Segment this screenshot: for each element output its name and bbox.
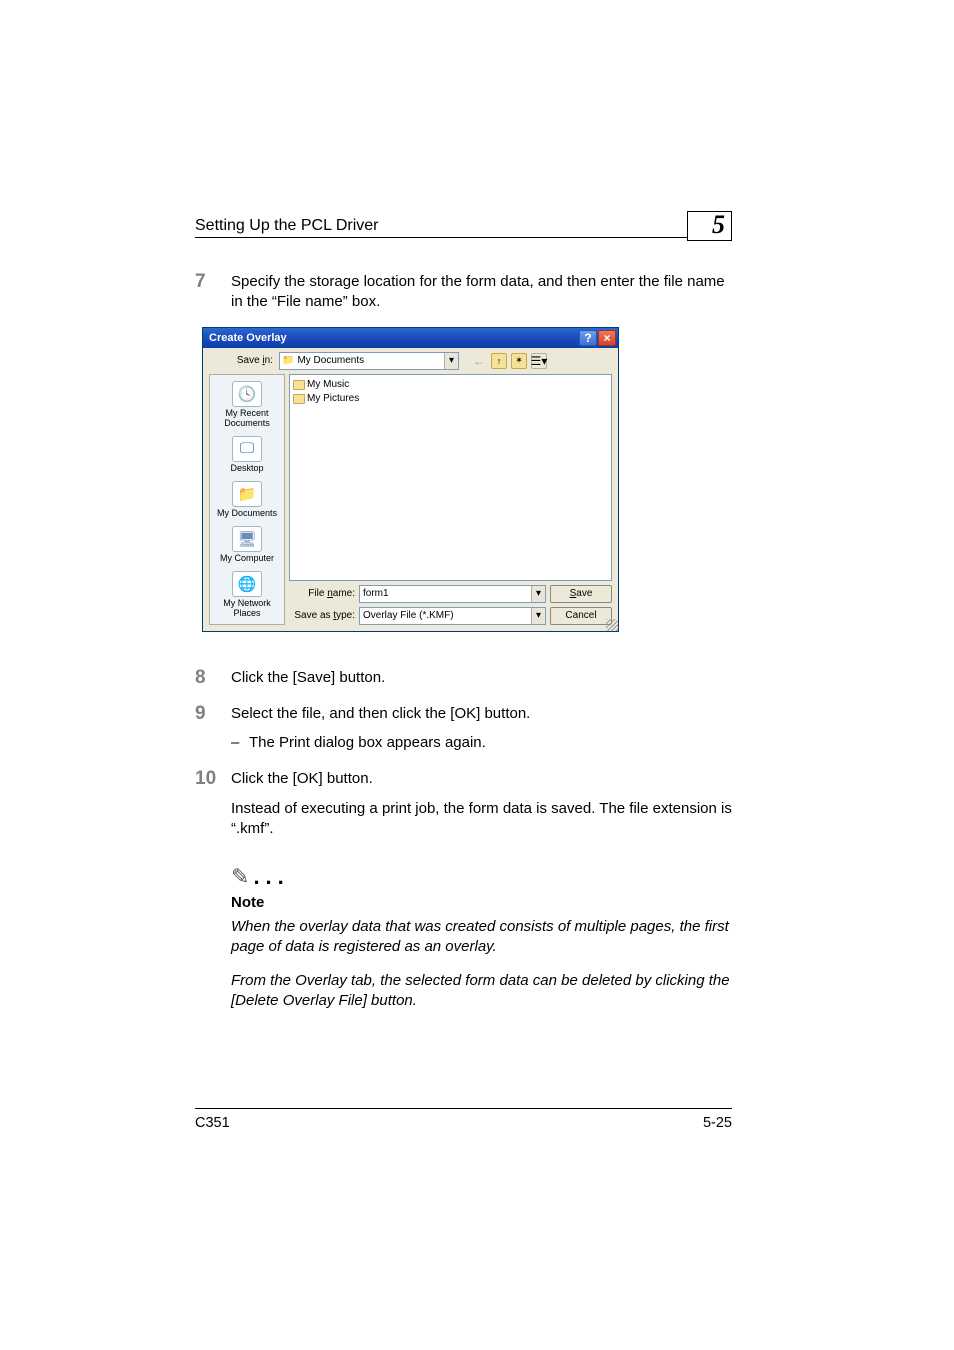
folder-icon	[293, 394, 305, 404]
file-name: My Pictures	[307, 393, 359, 404]
footer-page: 5-25	[703, 1115, 732, 1131]
step-text: Click the [Save] button.	[231, 668, 732, 689]
page-content: Setting Up the PCL Driver 5 7 Specify th…	[195, 205, 732, 1026]
back-icon[interactable]: ←	[471, 353, 487, 369]
save-in-value: My Documents	[297, 355, 364, 366]
help-button[interactable]: ?	[579, 330, 597, 346]
views-icon[interactable]: ☰▾	[531, 353, 547, 369]
close-button[interactable]: ×	[598, 330, 616, 346]
filename-value: form1	[363, 588, 389, 599]
dialog-title: Create Overlay	[209, 332, 287, 344]
saveas-label: Save as type:	[289, 610, 355, 621]
place-label: My Network Places	[223, 598, 271, 618]
chevron-down-icon: ▾	[531, 608, 545, 624]
mydocuments-icon: 📁	[232, 481, 262, 507]
step-10: 10 Click the [OK] button. Instead of exe…	[195, 769, 732, 840]
note-icon-row: ✎ ...	[231, 864, 732, 890]
save-in-label: Save in:	[209, 355, 275, 366]
folder-icon: 📁	[282, 355, 294, 366]
mycomputer-icon: 🖥	[232, 526, 262, 552]
create-overlay-dialog: Create Overlay ? × Save in: 📁 My Documen…	[202, 327, 619, 632]
saveas-dropdown[interactable]: Overlay File (*.KMF) ▾	[359, 607, 546, 625]
step-number: 9	[195, 704, 231, 753]
ellipsis-icon: ...	[253, 864, 289, 890]
save-button[interactable]: Save	[550, 585, 612, 603]
saveas-row: Save as type: Overlay File (*.KMF) ▾ Can…	[289, 607, 612, 625]
list-item[interactable]: My Music	[293, 378, 608, 392]
place-recent[interactable]: 🕓 My Recent Documents	[210, 379, 284, 430]
step-number: 10	[195, 769, 231, 840]
place-mycomputer[interactable]: 🖥 My Computer	[210, 524, 284, 565]
dialog-titlebar: Create Overlay ? ×	[203, 328, 618, 348]
save-in-row: Save in: 📁 My Documents ▾ ← ↑ ✶ ☰▾	[209, 352, 612, 370]
resize-grip[interactable]	[606, 619, 618, 631]
place-mynetwork[interactable]: 🌐 My Network Places	[210, 569, 284, 620]
recent-icon: 🕓	[232, 381, 262, 407]
folder-icon	[293, 380, 305, 390]
note-paragraph: From the Overlay tab, the selected form …	[231, 971, 732, 1012]
step-para2: Instead of executing a print job, the fo…	[231, 799, 732, 840]
step-number: 8	[195, 668, 231, 689]
cancel-button[interactable]: Cancel	[550, 607, 612, 625]
list-item[interactable]: My Pictures	[293, 392, 608, 406]
dialog-main: 🕓 My Recent Documents 🖵 Desktop 📁 My Doc…	[209, 374, 612, 625]
toolbar-icons: ← ↑ ✶ ☰▾	[471, 353, 547, 369]
step-7: 7 Specify the storage location for the f…	[195, 272, 732, 313]
place-mydocuments[interactable]: 📁 My Documents	[210, 479, 284, 520]
page-header: Setting Up the PCL Driver 5	[195, 205, 732, 238]
desktop-icon: 🖵	[232, 436, 262, 462]
step-text: Specify the storage location for the for…	[231, 272, 732, 313]
page-footer: C351 5-25	[195, 1108, 732, 1131]
note-paragraph: When the overlay data that was created c…	[231, 917, 732, 958]
pen-icon: ✎	[231, 864, 249, 890]
place-label: My Computer	[220, 553, 274, 563]
step-8: 8 Click the [Save] button.	[195, 668, 732, 689]
new-folder-icon[interactable]: ✶	[511, 353, 527, 369]
header-title: Setting Up the PCL Driver	[195, 217, 378, 235]
chapter-number: 5	[687, 211, 732, 241]
step-number: 7	[195, 272, 231, 313]
filename-label: File name:	[289, 588, 355, 599]
places-bar: 🕓 My Recent Documents 🖵 Desktop 📁 My Doc…	[209, 374, 285, 625]
place-label: Desktop	[230, 463, 263, 473]
step-9: 9 Select the file, and then click the [O…	[195, 704, 732, 753]
file-name: My Music	[307, 379, 349, 390]
step-text: Click the [OK] button.	[231, 769, 732, 789]
step-subtext: The Print dialog box appears again.	[231, 733, 732, 753]
note-label: Note	[231, 894, 732, 911]
filename-input[interactable]: form1 ▾	[359, 585, 546, 603]
dialog-body: Save in: 📁 My Documents ▾ ← ↑ ✶ ☰▾ 🕓	[203, 348, 618, 631]
saveas-value: Overlay File (*.KMF)	[363, 610, 454, 621]
filename-row: File name: form1 ▾ Save	[289, 585, 612, 603]
place-desktop[interactable]: 🖵 Desktop	[210, 434, 284, 475]
file-list[interactable]: My Music My Pictures	[289, 374, 612, 581]
up-folder-icon[interactable]: ↑	[491, 353, 507, 369]
step-text: Select the file, and then click the [OK]…	[231, 704, 732, 724]
footer-model: C351	[195, 1115, 230, 1131]
mynetwork-icon: 🌐	[232, 571, 262, 597]
place-label: My Recent Documents	[224, 408, 270, 428]
chevron-down-icon: ▾	[531, 586, 545, 602]
place-label: My Documents	[217, 508, 277, 518]
note-section: ✎ ... Note When the overlay data that wa…	[231, 864, 732, 1012]
save-in-dropdown[interactable]: 📁 My Documents ▾	[279, 352, 459, 370]
chevron-down-icon: ▾	[444, 353, 458, 369]
